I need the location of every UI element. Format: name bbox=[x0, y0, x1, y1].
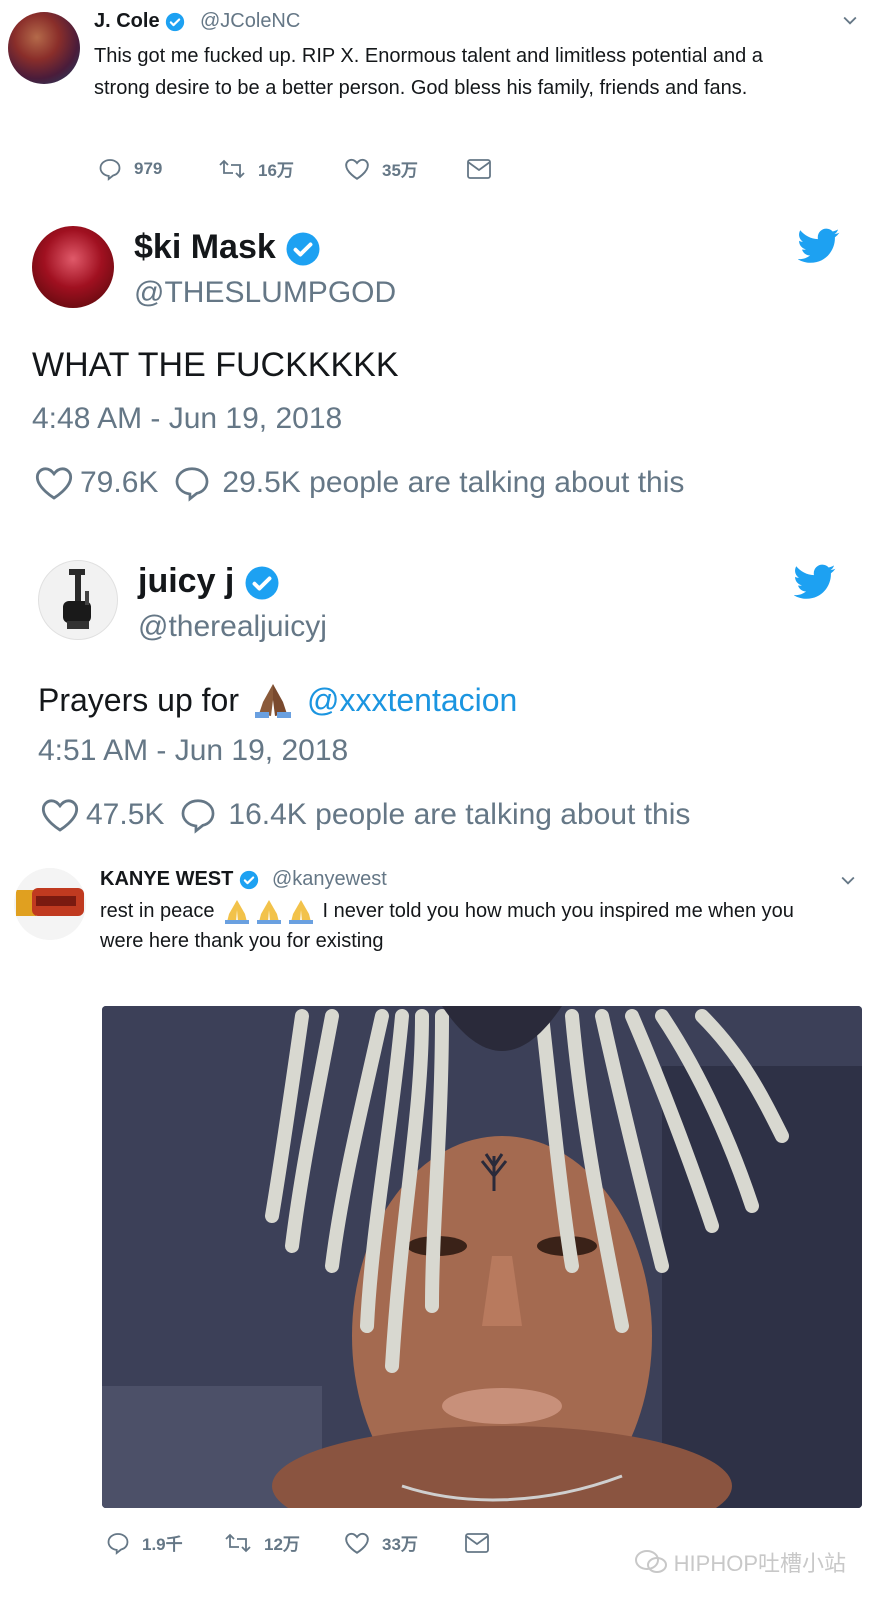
verified-badge-icon bbox=[239, 870, 259, 889]
retweet-count: 12万 bbox=[264, 1535, 300, 1554]
author-name[interactable]: $ki Mask bbox=[134, 228, 276, 266]
author-name[interactable]: J. Cole bbox=[94, 10, 160, 32]
engagement-row: 47.5K 16.4K people are talking about thi… bbox=[40, 796, 690, 834]
talking-count[interactable]: 16.4K people are talking about this bbox=[228, 798, 690, 832]
tweet-text: WHAT THE FUCKKKKK bbox=[32, 346, 399, 384]
dm-button[interactable] bbox=[466, 158, 504, 180]
like-count: 35万 bbox=[382, 161, 418, 180]
action-bar: 1.9千 12万 33万 bbox=[106, 1530, 502, 1555]
avatar[interactable] bbox=[38, 560, 118, 640]
avatar[interactable] bbox=[32, 226, 114, 308]
reply-count: 1.9千 bbox=[142, 1535, 183, 1554]
tweet-text-line: This got me fucked up. RIP X. Enormous t… bbox=[94, 45, 763, 67]
chevron-down-icon[interactable] bbox=[838, 870, 858, 896]
tweet-text-part: I never told you how much you inspired m… bbox=[322, 900, 794, 922]
author-row: $ki Mask bbox=[134, 228, 321, 267]
retweet-icon bbox=[219, 159, 245, 178]
like-button[interactable]: 35万 bbox=[344, 156, 466, 181]
avatar-image bbox=[14, 868, 86, 940]
like-count: 79.6K bbox=[80, 466, 159, 499]
author-handle[interactable]: @therealjuicyj bbox=[138, 610, 327, 644]
reply-icon bbox=[99, 158, 121, 181]
tweet-text-part: rest in peace bbox=[100, 900, 215, 922]
author-handle[interactable]: @kanyewest bbox=[272, 868, 387, 891]
talking-count[interactable]: 29.5K people are talking about this bbox=[222, 466, 684, 500]
verified-badge-icon bbox=[165, 12, 185, 31]
folded-hands-icon bbox=[224, 900, 313, 924]
retweet-icon bbox=[225, 1533, 251, 1552]
like-icon[interactable] bbox=[34, 464, 74, 502]
tweet-text-prefix: Prayers up for bbox=[38, 681, 239, 718]
bong-image bbox=[63, 569, 91, 629]
like-count: 47.5K bbox=[86, 798, 165, 831]
tweet-text-line: rest in peace I never told you how much … bbox=[100, 896, 840, 926]
action-bar: 979 16万 35万 bbox=[98, 156, 504, 181]
retweet-count: 16万 bbox=[258, 161, 294, 180]
dm-icon bbox=[465, 1532, 489, 1553]
tweet-timestamp[interactable]: 4:48 AM - Jun 19, 2018 bbox=[32, 402, 342, 436]
reply-count: 979 bbox=[134, 158, 163, 178]
dm-icon bbox=[467, 158, 491, 179]
author-name[interactable]: juicy j bbox=[138, 562, 234, 600]
folded-hands-icon bbox=[254, 684, 291, 718]
twitter-bird-icon[interactable] bbox=[793, 564, 836, 605]
mention-link[interactable]: @xxxtentacion bbox=[307, 682, 517, 719]
like-icon bbox=[345, 158, 369, 180]
author-handle[interactable]: @JColeNC bbox=[200, 10, 300, 33]
tweet-text: This got me fucked up. RIP X. Enormous t… bbox=[94, 40, 834, 104]
verified-badge-icon bbox=[286, 232, 320, 266]
tweet-text: Prayers up for @xxxtentacion bbox=[38, 680, 517, 720]
author-row: J. Cole bbox=[94, 10, 185, 33]
tweet-text-line: were here thank you for existing bbox=[100, 930, 384, 952]
tweet-text: rest in peace I never told you how much … bbox=[100, 896, 840, 956]
dm-button[interactable] bbox=[464, 1532, 502, 1554]
avatar[interactable] bbox=[8, 12, 80, 84]
author-row: KANYE WEST bbox=[100, 868, 259, 891]
watermark: HIPHOP吐槽小站 bbox=[634, 1546, 846, 1578]
portrait-photo bbox=[102, 1006, 862, 1508]
wechat-icon bbox=[634, 1550, 667, 1573]
avatar[interactable] bbox=[14, 868, 86, 940]
verified-badge-icon bbox=[245, 566, 279, 600]
author-row: juicy j bbox=[138, 562, 280, 601]
like-icon bbox=[345, 1532, 369, 1554]
author-handle[interactable]: @THESLUMPGOD bbox=[134, 276, 396, 310]
watermark-text: HIPHOP吐槽小站 bbox=[673, 1551, 846, 1576]
chevron-down-icon[interactable] bbox=[840, 10, 860, 36]
retweet-button[interactable]: 16万 bbox=[218, 156, 344, 181]
twitter-bird-icon[interactable] bbox=[797, 228, 840, 269]
tweet-timestamp[interactable]: 4:51 AM - Jun 19, 2018 bbox=[38, 734, 348, 768]
reply-icon bbox=[107, 1532, 129, 1555]
retweet-button[interactable]: 12万 bbox=[224, 1530, 344, 1555]
like-count: 33万 bbox=[382, 1535, 418, 1554]
reply-button[interactable]: 979 bbox=[98, 157, 218, 181]
author-name[interactable]: KANYE WEST bbox=[100, 868, 233, 890]
reply-icon[interactable] bbox=[172, 464, 212, 502]
reply-button[interactable]: 1.9千 bbox=[106, 1530, 224, 1555]
tweet-photo[interactable] bbox=[102, 1006, 862, 1508]
tweet-text-line: strong desire to be a better person. God… bbox=[94, 77, 748, 99]
like-icon[interactable] bbox=[40, 796, 80, 834]
like-button[interactable]: 33万 bbox=[344, 1530, 464, 1555]
engagement-row: 79.6K 29.5K people are talking about thi… bbox=[34, 464, 684, 502]
reply-icon[interactable] bbox=[178, 796, 218, 834]
